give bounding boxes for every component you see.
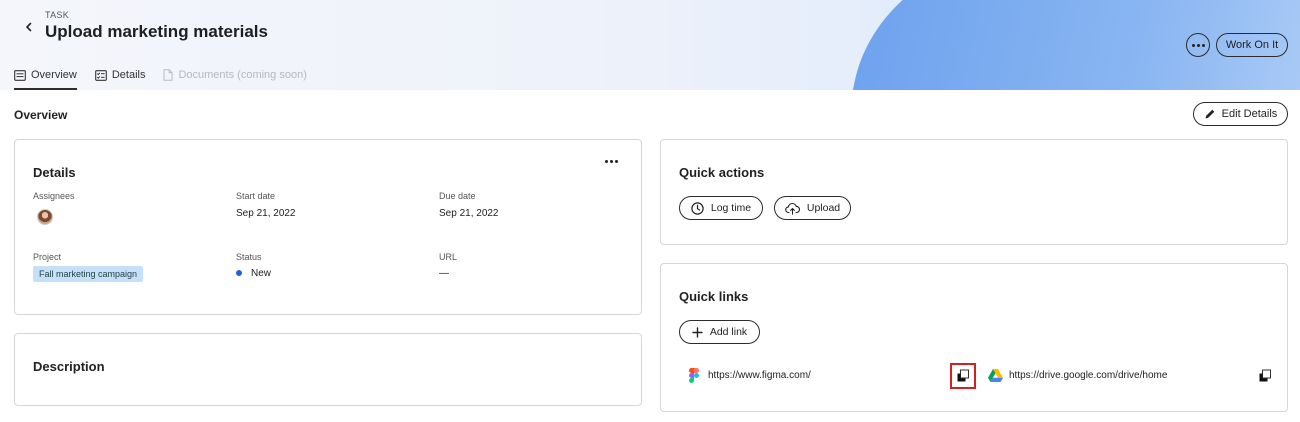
list-icon [14,69,26,81]
page-kicker: TASK [45,10,70,20]
log-time-button[interactable]: Log time [679,196,763,220]
status-label: Status [236,252,262,262]
log-time-label: Log time [710,202,752,214]
document-icon [163,69,173,81]
description-card-title: Description [33,359,105,374]
tab-details-label: Details [111,69,146,81]
chevron-left-icon [26,22,32,32]
plus-icon [692,326,703,338]
status-value: New [251,268,272,279]
start-date-label: Start date [236,191,276,201]
tab-documents: Documents (coming soon) [163,62,307,90]
details-card: Details Assignees Start date Sep 21, 202… [14,139,642,315]
copy-link-icon[interactable] [1257,368,1273,384]
tab-overview[interactable]: Overview [14,62,77,90]
assignees-label: Assignees [33,191,75,201]
checklist-icon [94,69,107,81]
tab-bar: Overview Details Documents (coming soon) [14,62,307,90]
work-on-it-button[interactable]: Work On It [1216,33,1288,57]
ellipsis-icon [1191,43,1205,47]
url-value: — [439,268,449,279]
tab-documents-label: Documents (coming soon) [178,69,307,81]
quick-actions-title: Quick actions [679,165,765,180]
quick-link-google-drive[interactable]: https://drive.google.com/drive/home [1009,370,1167,381]
assignee-avatar[interactable] [37,209,53,225]
cloud-upload-icon [785,202,800,215]
edit-details-label: Edit Details [1221,108,1278,120]
tab-overview-label: Overview [31,69,77,81]
quick-links-card: Quick links Add link https://www.figma.c… [660,263,1288,412]
clock-icon [691,201,704,215]
project-tag[interactable]: Fall marketing campaign [33,266,144,282]
quick-actions-card: Quick actions Log time Upload [660,139,1288,245]
page-header: TASK Upload marketing materials Overview… [0,0,1300,90]
google-drive-icon [988,369,1003,382]
figma-icon [689,368,699,383]
details-more-button[interactable] [605,160,618,163]
edit-details-button[interactable]: Edit Details [1193,102,1288,126]
more-options-button[interactable] [1186,33,1210,57]
pencil-icon [1205,109,1214,119]
upload-label: Upload [806,202,841,214]
add-link-button[interactable]: Add link [679,320,760,344]
project-label: Project [33,252,62,262]
back-button[interactable] [20,18,38,36]
quick-links-title: Quick links [679,289,749,304]
due-date-label: Due date [439,191,476,201]
overview-section-title: Overview [14,108,68,122]
copy-link-icon[interactable] [950,363,976,389]
tab-details[interactable]: Details [94,62,146,90]
add-link-label: Add link [709,326,748,338]
description-card: Description [14,333,642,406]
status-dot [236,270,242,276]
url-label: URL [439,252,458,262]
due-date-value: Sep 21, 2022 [439,208,499,219]
page-title: Upload marketing materials [45,22,268,41]
details-card-title: Details [33,165,76,180]
quick-link-figma[interactable]: https://www.figma.com/ [708,370,811,381]
upload-button[interactable]: Upload [774,196,851,220]
start-date-value: Sep 21, 2022 [236,208,296,219]
